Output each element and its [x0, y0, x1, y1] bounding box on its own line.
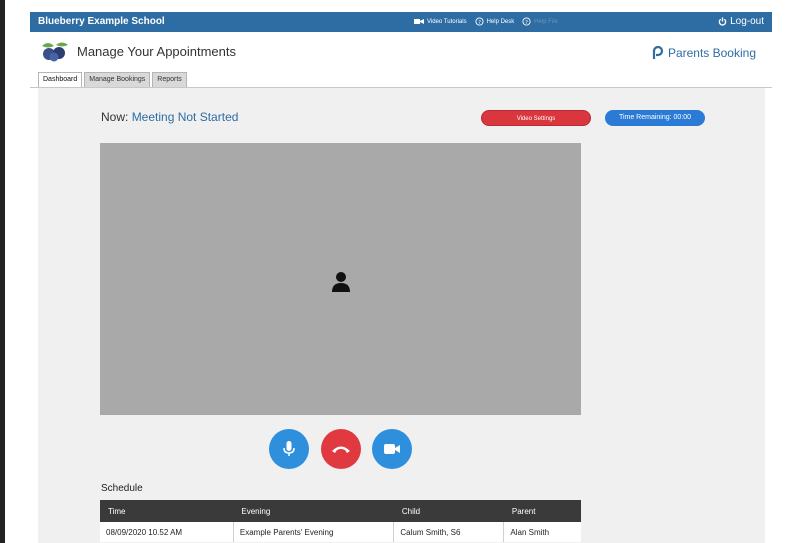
video-tutorials-label: Video Tutorials: [427, 18, 467, 25]
video-area: [100, 143, 581, 415]
video-tutorials-link[interactable]: Video Tutorials: [414, 18, 467, 25]
tab-dashboard[interactable]: Dashboard: [38, 72, 83, 88]
school-name: Blueberry Example School: [38, 16, 165, 27]
tab-manage-bookings[interactable]: Manage Bookings: [84, 72, 151, 88]
logout-label: Log-out: [730, 16, 764, 27]
end-call-button[interactable]: [321, 429, 361, 469]
blueberry-logo: [42, 42, 68, 62]
svg-text:?: ?: [478, 20, 481, 26]
camera-icon: [414, 19, 424, 24]
camera-button[interactable]: [372, 429, 412, 469]
logout-link[interactable]: Log-out: [718, 16, 764, 27]
cell-time: 08/09/2020 10.52 AM: [100, 522, 234, 542]
column-header-time: Time: [100, 500, 234, 522]
help-icon: ?: [522, 17, 531, 26]
meeting-status-text: Meeting Not Started: [131, 110, 239, 124]
time-remaining-badge: Time Remaining: 00:00: [605, 110, 705, 126]
now-label: Now:: [101, 110, 129, 124]
power-icon: [718, 17, 727, 26]
meeting-status: Now: Meeting Not Started: [101, 110, 238, 124]
column-header-parent: Parent: [503, 500, 581, 522]
microphone-icon: [283, 441, 295, 456]
app-frame: Blueberry Example School Video Tutorials…: [0, 0, 787, 543]
video-camera-icon: [384, 444, 400, 454]
svg-text:?: ?: [525, 20, 528, 26]
tab-reports[interactable]: Reports: [152, 72, 187, 88]
header: Manage Your Appointments Parents Booking: [30, 32, 772, 72]
cell-parent: Alan Smith: [503, 522, 581, 542]
help-desk-link[interactable]: ? Help Desk: [475, 17, 515, 26]
dashboard-content: Now: Meeting Not Started Video Settings …: [38, 88, 765, 543]
help-desk-label: Help Desk: [486, 18, 515, 25]
phone-hangup-icon: [332, 446, 350, 453]
brand-label: Parents Booking: [667, 46, 756, 60]
cell-evening: Example Parents' Evening: [233, 522, 395, 542]
cell-child: Calum Smith, S6: [393, 522, 505, 542]
help-file-link[interactable]: ? Help File: [522, 17, 558, 26]
nav-tabs: Dashboard Manage Bookings Reports: [38, 72, 187, 88]
help-icon: ?: [475, 17, 484, 26]
column-header-child: Child: [393, 500, 504, 522]
microphone-button[interactable]: [269, 429, 309, 469]
window-edge: [0, 0, 5, 543]
table-header-row: Time Evening Child Parent: [100, 500, 581, 522]
schedule-table: Time Evening Child Parent 08/09/2020 10.…: [100, 500, 581, 542]
top-bar: Blueberry Example School Video Tutorials…: [30, 12, 772, 32]
table-row[interactable]: 08/09/2020 10.52 AM Example Parents' Eve…: [100, 522, 581, 542]
top-links: Video Tutorials ? Help Desk ? Help File: [414, 17, 558, 26]
help-file-label: Help File: [534, 18, 558, 25]
video-settings-button[interactable]: Video Settings: [481, 110, 591, 126]
parents-booking-brand[interactable]: Parents Booking: [652, 46, 756, 60]
person-icon: [332, 272, 350, 292]
column-header-evening: Evening: [233, 500, 394, 522]
page-title: Manage Your Appointments: [77, 44, 237, 59]
parents-booking-logo: [652, 46, 664, 59]
schedule-label: Schedule: [101, 483, 143, 494]
